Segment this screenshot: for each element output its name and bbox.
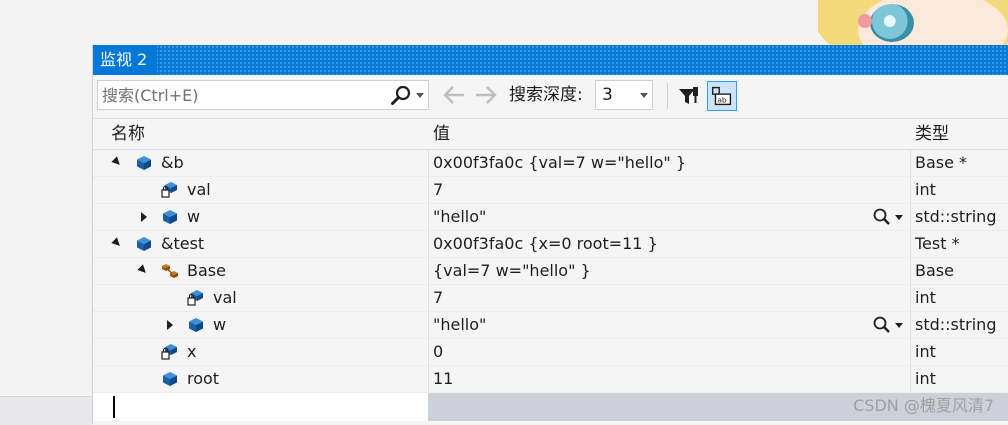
object-icon xyxy=(135,154,153,172)
variable-value[interactable]: 0 xyxy=(433,339,443,365)
watch-toolbar: 搜索深度: 3 ab xyxy=(93,77,1008,117)
watch-row[interactable]: w "hello" std::string xyxy=(93,312,1008,339)
expand-arrow-icon[interactable] xyxy=(167,320,173,330)
variable-name: Base xyxy=(187,261,226,280)
text-caret xyxy=(113,396,115,418)
variable-type: int xyxy=(915,369,936,388)
search-depth-value: 3 xyxy=(602,85,613,105)
search-depth-select[interactable]: 3 xyxy=(595,80,653,110)
search-depth-label: 搜索深度: xyxy=(509,85,583,105)
column-header-value[interactable]: 值 xyxy=(433,119,450,149)
name-cell[interactable]: val xyxy=(93,177,429,203)
variable-name: &b xyxy=(161,153,184,172)
svg-text:ab: ab xyxy=(717,96,727,105)
variable-value[interactable]: 11 xyxy=(433,366,453,392)
window-title: 监视 2 xyxy=(93,45,158,75)
variable-type: std::string xyxy=(915,207,997,226)
watch-row[interactable]: Base {val=7 w="hello" } Base xyxy=(93,258,1008,285)
variable-type: Test * xyxy=(915,234,960,253)
variable-type: int xyxy=(915,288,936,307)
object-icon xyxy=(135,235,153,253)
watch-row[interactable]: &b 0x00f3fa0c {val=7 w="hello" } Base * xyxy=(93,150,1008,177)
variable-value[interactable]: "hello" xyxy=(433,204,486,230)
toolbar-separator xyxy=(667,83,668,109)
variable-name: w xyxy=(213,315,227,334)
variable-value[interactable]: "hello" xyxy=(433,312,486,338)
text-visualizer-icon[interactable] xyxy=(871,315,905,335)
watch-rows: &b 0x00f3fa0c {val=7 w="hello" } Base * val… xyxy=(93,150,1008,393)
variable-type: int xyxy=(915,180,936,199)
search-icon[interactable] xyxy=(390,85,412,107)
watch-grid: 名称 值 类型 &b 0x00f3fa0c {val=7 w="hello" } B… xyxy=(93,118,1008,421)
variable-type: Base xyxy=(915,261,954,280)
private-field-icon xyxy=(187,289,205,307)
watch-row[interactable]: val 7 int xyxy=(93,285,1008,312)
variable-name: x xyxy=(187,342,197,361)
variable-value[interactable]: 0x00f3fa0c {x=0 root=11 } xyxy=(433,231,658,257)
variable-name: w xyxy=(187,207,201,226)
variable-type: int xyxy=(915,342,936,361)
private-field-icon xyxy=(161,343,179,361)
variable-type: std::string xyxy=(915,315,997,334)
object-icon xyxy=(161,208,179,226)
background-strip xyxy=(0,396,92,425)
search-input[interactable] xyxy=(102,83,382,107)
new-watch-input[interactable] xyxy=(93,393,428,421)
object-icon xyxy=(161,370,179,388)
text-visualizer-icon[interactable] xyxy=(871,207,905,227)
watermark: CSDN @槐夏风清7 xyxy=(853,396,994,415)
variable-name: val xyxy=(213,288,237,307)
watch-row[interactable]: val 7 int xyxy=(93,177,1008,204)
arrow-right-icon[interactable] xyxy=(473,84,499,106)
arrow-left-icon[interactable] xyxy=(441,84,467,106)
variable-value[interactable]: 7 xyxy=(433,177,443,203)
variable-value[interactable]: 7 xyxy=(433,285,443,311)
search-options-dropdown[interactable] xyxy=(416,93,424,98)
private-field-icon xyxy=(161,181,179,199)
tab-view-icon[interactable]: ab xyxy=(707,81,737,111)
object-icon xyxy=(187,316,205,334)
column-header-type[interactable]: 类型 xyxy=(915,119,949,149)
watch-row[interactable]: w "hello" std::string xyxy=(93,204,1008,231)
variable-name: &test xyxy=(161,234,205,253)
grid-header: 名称 值 类型 xyxy=(93,118,1008,150)
name-cell[interactable]: &test xyxy=(93,231,429,257)
search-box[interactable] xyxy=(97,80,429,110)
collapse-arrow-icon[interactable] xyxy=(111,156,123,168)
expand-arrow-icon[interactable] xyxy=(141,212,147,222)
watch-row[interactable]: x 0 int xyxy=(93,339,1008,366)
variable-value[interactable]: {val=7 w="hello" } xyxy=(433,258,591,284)
variable-type: Base * xyxy=(915,153,968,172)
chevron-down-icon[interactable] xyxy=(640,93,648,98)
base-class-icon xyxy=(161,262,179,280)
name-cell[interactable]: w xyxy=(93,204,429,230)
watch-row[interactable]: &test 0x00f3fa0c {x=0 root=11 } Test * xyxy=(93,231,1008,258)
collapse-arrow-icon[interactable] xyxy=(111,237,123,249)
column-header-name[interactable]: 名称 xyxy=(111,119,145,149)
name-cell[interactable]: &b xyxy=(93,150,429,176)
name-cell[interactable]: x xyxy=(93,339,429,365)
variable-value[interactable]: 0x00f3fa0c {val=7 w="hello" } xyxy=(433,150,686,176)
variable-name: val xyxy=(187,180,211,199)
title-bar[interactable]: 监视 2 xyxy=(93,45,1008,75)
background-artwork xyxy=(818,0,1008,46)
collapse-arrow-icon[interactable] xyxy=(137,264,149,276)
name-cell[interactable]: val xyxy=(93,285,429,311)
name-cell[interactable]: Base xyxy=(93,258,429,284)
variable-name: root xyxy=(187,369,220,388)
watch-row[interactable]: root 11 int xyxy=(93,366,1008,393)
watch-window: 监视 2 搜索深度: 3 xyxy=(92,45,1008,424)
name-cell[interactable]: w xyxy=(93,312,429,338)
filter-pin-icon[interactable] xyxy=(673,81,703,111)
name-cell[interactable]: root xyxy=(93,366,429,392)
